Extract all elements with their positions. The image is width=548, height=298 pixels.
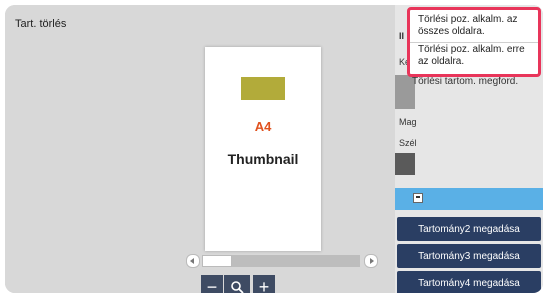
- apply-position-popup: Törlési poz. alkalm. az összes oldalra. …: [407, 7, 541, 77]
- settings-strip-dark: [395, 153, 415, 175]
- range4-button[interactable]: Tartomány4 megadása: [397, 271, 541, 293]
- zoom-out-button[interactable]: −: [201, 275, 223, 293]
- fragment-label-mag: Mag: [399, 117, 417, 127]
- popup-divider: [410, 42, 538, 43]
- color-swatch: [241, 77, 285, 100]
- scroll-left-button[interactable]: [186, 254, 200, 268]
- page-title: Tart. törlés: [15, 18, 67, 30]
- apply-all-pages-option[interactable]: Törlési poz. alkalm. az összes oldalra.: [418, 14, 536, 38]
- apply-this-page-option[interactable]: Törlési poz. alkalm. erre az oldalra.: [418, 44, 536, 68]
- preview-area: Tart. törlés A4 Thumbnail − +: [5, 5, 395, 293]
- thumbnail-label: Thumbnail: [227, 151, 299, 167]
- zoom-in-button[interactable]: +: [253, 275, 275, 293]
- magnifier-icon: [231, 281, 244, 293]
- page-size-label: A4: [254, 119, 272, 134]
- fragment-label-szel: Szél: [399, 138, 417, 148]
- page-thumbnail[interactable]: A4 Thumbnail: [205, 47, 321, 251]
- range1-selected-row[interactable]: [395, 188, 543, 210]
- fragment-label-top: II: [399, 31, 405, 41]
- range3-button[interactable]: Tartomány3 megadása: [397, 244, 541, 268]
- scroll-right-button[interactable]: [364, 254, 378, 268]
- range2-button[interactable]: Tartomány2 megadása: [397, 217, 541, 241]
- scrollbar-thumb[interactable]: [202, 255, 232, 267]
- zoom-search-button[interactable]: [224, 275, 250, 293]
- checkbox-icon: [413, 193, 423, 203]
- invert-range-option[interactable]: Törlési tartom. megford.: [412, 76, 518, 87]
- screen: Tart. törlés A4 Thumbnail − + II Ke Mag …: [0, 0, 548, 298]
